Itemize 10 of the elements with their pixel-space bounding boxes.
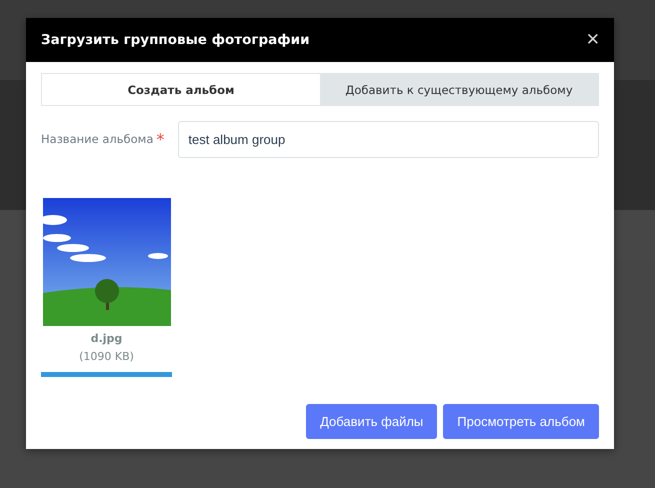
- album-name-field[interactable]: test album group: [178, 121, 599, 158]
- tab[interactable]: Добавить к существующему альбому: [320, 74, 598, 105]
- action-button[interactable]: Добавить файлы: [306, 404, 438, 439]
- field-label: Название альбома: [41, 132, 154, 146]
- action-button[interactable]: Просмотреть альбом: [443, 404, 599, 439]
- close-button[interactable]: ✕: [586, 30, 600, 50]
- file-size: (1090 KB): [79, 350, 134, 363]
- dialog-title: Загрузить групповые фотографии: [41, 32, 310, 48]
- file-name: d.jpg: [90, 332, 122, 345]
- required-mark: *: [156, 132, 164, 148]
